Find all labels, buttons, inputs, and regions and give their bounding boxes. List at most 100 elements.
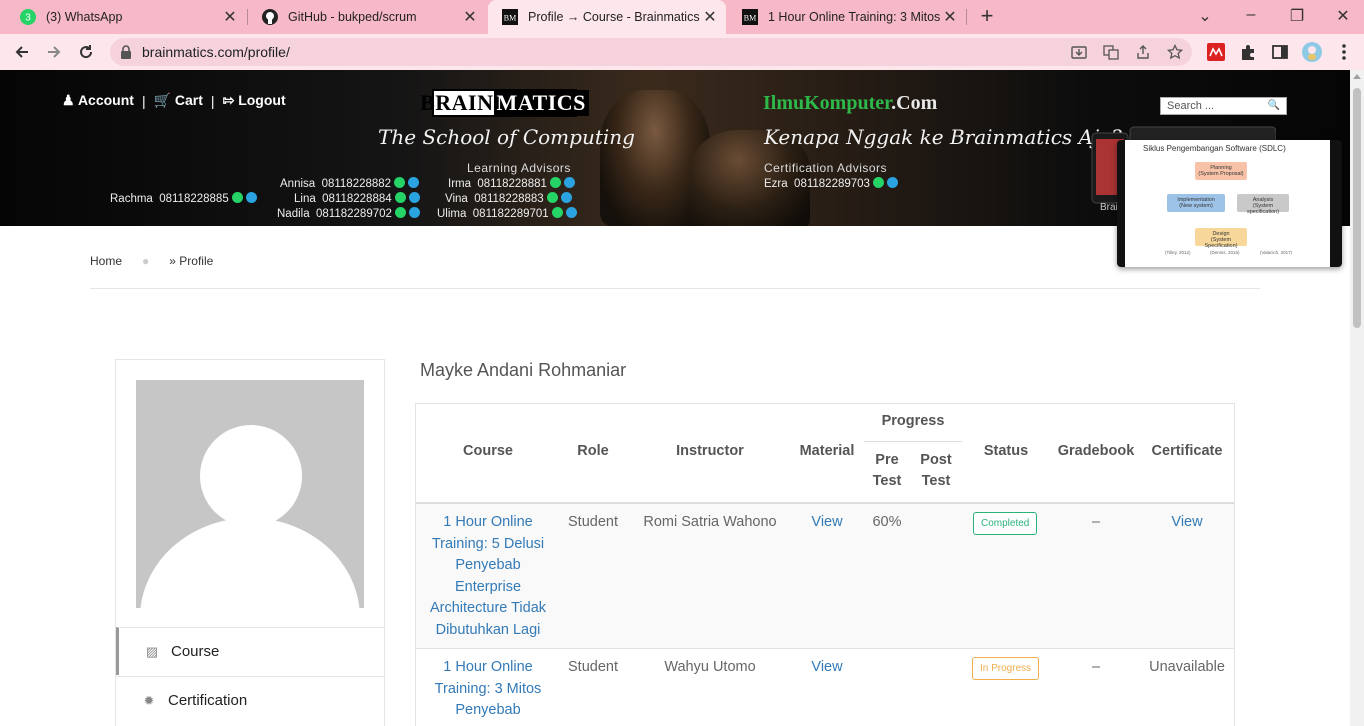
video-slide: Siklus Pengembangan Software (SDLC) Plan… [1125,140,1330,267]
material-view-link[interactable]: View [794,657,860,679]
minimize-button[interactable]: – [1239,6,1263,24]
brainmatics-logo[interactable]: BRAIN MATICS [420,89,589,117]
reload-button[interactable] [74,40,98,64]
breadcrumb-current: » Profile [169,254,214,268]
translate-icon[interactable] [1102,43,1120,61]
col-status: Status [983,443,1029,459]
browser-toolbar: brainmatics.com/profile/ [0,34,1364,70]
book-icon: ▨ [145,643,159,659]
telegram-icon [408,207,420,218]
col-post-test: Post Test [920,452,952,489]
scroll-up-arrow-icon[interactable] [1353,74,1361,79]
tab-separator [966,9,967,25]
telegram-icon [886,177,898,188]
instructor-cell: Wahyu Utomo [664,659,756,675]
share-icon[interactable] [1134,43,1152,61]
cart-link[interactable]: 🛒 Cart [154,92,203,109]
divider [90,288,1260,289]
forward-arrow-icon [48,46,61,58]
user-icon: ♟ [62,92,75,108]
breadcrumb-separator: ● [142,254,150,268]
page-viewport: ♟ Account | 🛒 Cart | ⇰ Logout BRAIN MATIC… [0,70,1350,726]
slide-citation: (Valacich, 2017) [1260,250,1293,255]
whatsapp-icon: 3 [20,9,36,25]
logout-link[interactable]: ⇰ Logout [223,92,286,109]
close-window-button[interactable]: ✕ [1331,6,1355,26]
ilmukomputer-logo[interactable]: IlmuKomputer.Com [763,92,937,115]
col-pre-test: Pre Test [872,452,902,489]
role-cell: Student [568,659,618,675]
search-icon[interactable]: 🔍 [1268,98,1280,114]
advisor-ulima[interactable]: Ulima 081182289701 [437,207,577,220]
tab-brainmatics-profile[interactable]: BM Profile → Course - Brainmatics ✕ [488,0,726,34]
page-scrollbar[interactable] [1350,70,1364,726]
course-link[interactable]: 1 Hour Online Training: 3 Mitos Penyebab [422,657,554,722]
advisor-vina[interactable]: Vina 08118228883 [445,192,572,205]
side-panel-icon[interactable] [1270,42,1290,62]
account-link[interactable]: ♟ Account [62,92,134,109]
col-progress: Progress [881,413,945,429]
bookmark-star-icon[interactable] [1166,43,1184,61]
tab-training[interactable]: BM 1 Hour Online Training: 3 Mitos P ✕ [728,0,966,34]
telegram-icon [565,207,577,218]
sdlc-box-implementation: Implementation (New system) [1167,194,1225,212]
advisor-irma[interactable]: Irma 08118228881 [448,177,575,190]
advisor-ezra[interactable]: Ezra 081182289703 [764,177,898,190]
close-tab-icon[interactable]: ✕ [220,7,240,27]
install-app-icon[interactable] [1070,43,1088,61]
status-badge: Completed [973,512,1038,535]
learning-advisors-title: Learning Advisors [467,161,571,175]
account-links: ♟ Account | 🛒 Cart | ⇰ Logout [62,92,286,109]
breadcrumb-home[interactable]: Home [90,254,122,268]
close-tab-icon[interactable]: ✕ [460,7,480,27]
site-search-input[interactable]: Search ... 🔍 [1160,97,1287,115]
devices-caption: Brai [1100,202,1118,213]
lock-icon[interactable] [120,45,132,64]
tab-title: (3) WhatsApp [46,10,123,24]
sdlc-box-design: Design (System Specification) [1195,228,1247,249]
tab-whatsapp[interactable]: 3 (3) WhatsApp ✕ [6,0,246,34]
sdlc-box-planning: Planning (System Proposal) [1195,162,1247,180]
close-tab-icon[interactable]: ✕ [700,7,720,27]
advisor-annisa[interactable]: Annisa 08118228882 [280,177,420,190]
advisor-nadila[interactable]: Nadila 081182289702 [277,207,420,220]
floating-video-player[interactable]: Siklus Pengembangan Software (SDLC) Plan… [1117,140,1342,267]
telegram-icon [408,192,420,203]
sidebar-item-course[interactable]: ▨ Course [116,627,384,675]
forward-button[interactable] [42,40,66,64]
table-header: Course Role Instructor Material Progress… [416,404,1234,504]
col-role: Role [577,443,609,459]
chrome-menu-icon[interactable] [1334,42,1354,62]
slide-citation: (Dennis, 2016) [1210,250,1240,255]
advisor-rachma[interactable]: Rachma 08118228885 [110,192,257,205]
mendeley-extension-icon[interactable] [1206,42,1226,62]
cart-icon: 🛒 [153,92,172,108]
material-view-link[interactable]: View [794,512,860,534]
advisor-lina[interactable]: Lina 08118228884 [294,192,420,205]
tab-title: GitHub - bukped/scrum [288,10,417,24]
tab-search-icon[interactable]: ⌄ [1193,6,1217,26]
logout-icon: ⇰ [222,92,235,108]
back-button[interactable] [10,40,34,64]
sidebar-item-label: Course [171,643,220,660]
certificate-view-link[interactable]: View [1146,512,1228,534]
sidebar-item-certification[interactable]: ✹ Certification [116,676,384,724]
pre-test-cell: 60% [872,514,902,530]
extensions-puzzle-icon[interactable] [1238,42,1258,62]
url-text: brainmatics.com/profile/ [142,44,290,60]
certificate-icon: ✹ [143,692,155,708]
github-icon [262,9,278,25]
telegram-icon [563,177,575,188]
restore-button[interactable]: ❐ [1285,6,1309,26]
col-course: Course [463,443,513,459]
address-bar[interactable]: brainmatics.com/profile/ [110,38,1192,66]
col-instructor: Instructor [676,443,744,459]
close-tab-icon[interactable]: ✕ [940,7,960,27]
profile-avatar-icon[interactable] [1302,42,1322,62]
tab-title: 1 Hour Online Training: 3 Mitos P [768,10,940,24]
scrollbar-thumb[interactable] [1353,88,1361,328]
sidebar-item-label: Certification [168,692,248,709]
new-tab-button[interactable]: + [976,5,998,29]
tab-github[interactable]: GitHub - bukped/scrum ✕ [248,0,486,34]
course-link[interactable]: 1 Hour Online Training: 5 Delusi Penyeba… [422,512,554,641]
